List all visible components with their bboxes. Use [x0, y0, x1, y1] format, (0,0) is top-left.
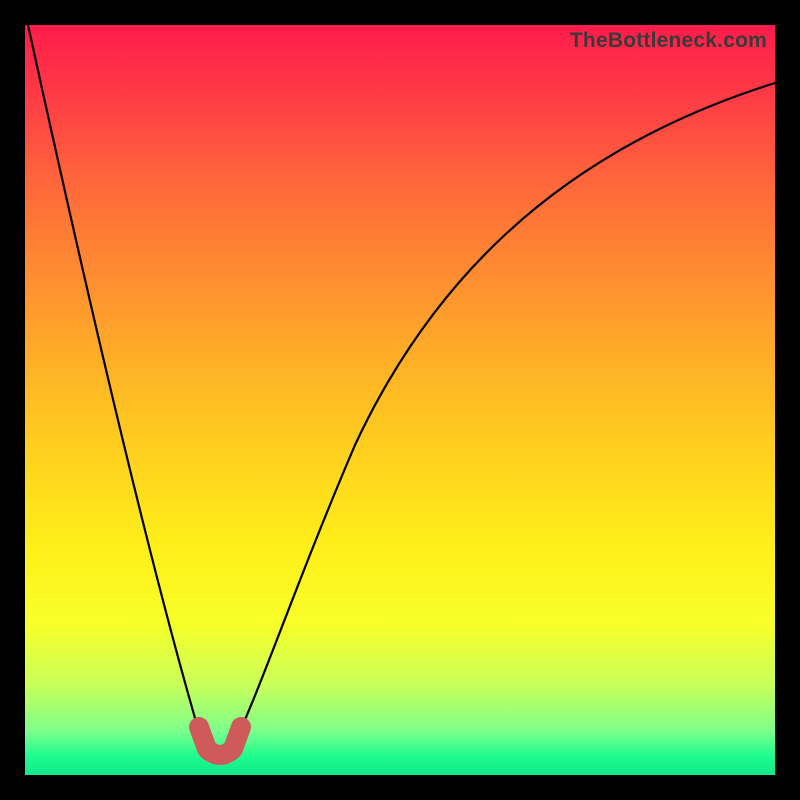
curve-left-branch: [28, 25, 208, 747]
chart-frame: TheBottleneck.com: [25, 25, 775, 775]
curve-right-branch: [232, 83, 775, 747]
plot-area: TheBottleneck.com: [25, 25, 775, 775]
watermark-text: TheBottleneck.com: [570, 29, 767, 53]
curve-layer: [25, 25, 775, 775]
optimal-marker: [199, 727, 241, 755]
